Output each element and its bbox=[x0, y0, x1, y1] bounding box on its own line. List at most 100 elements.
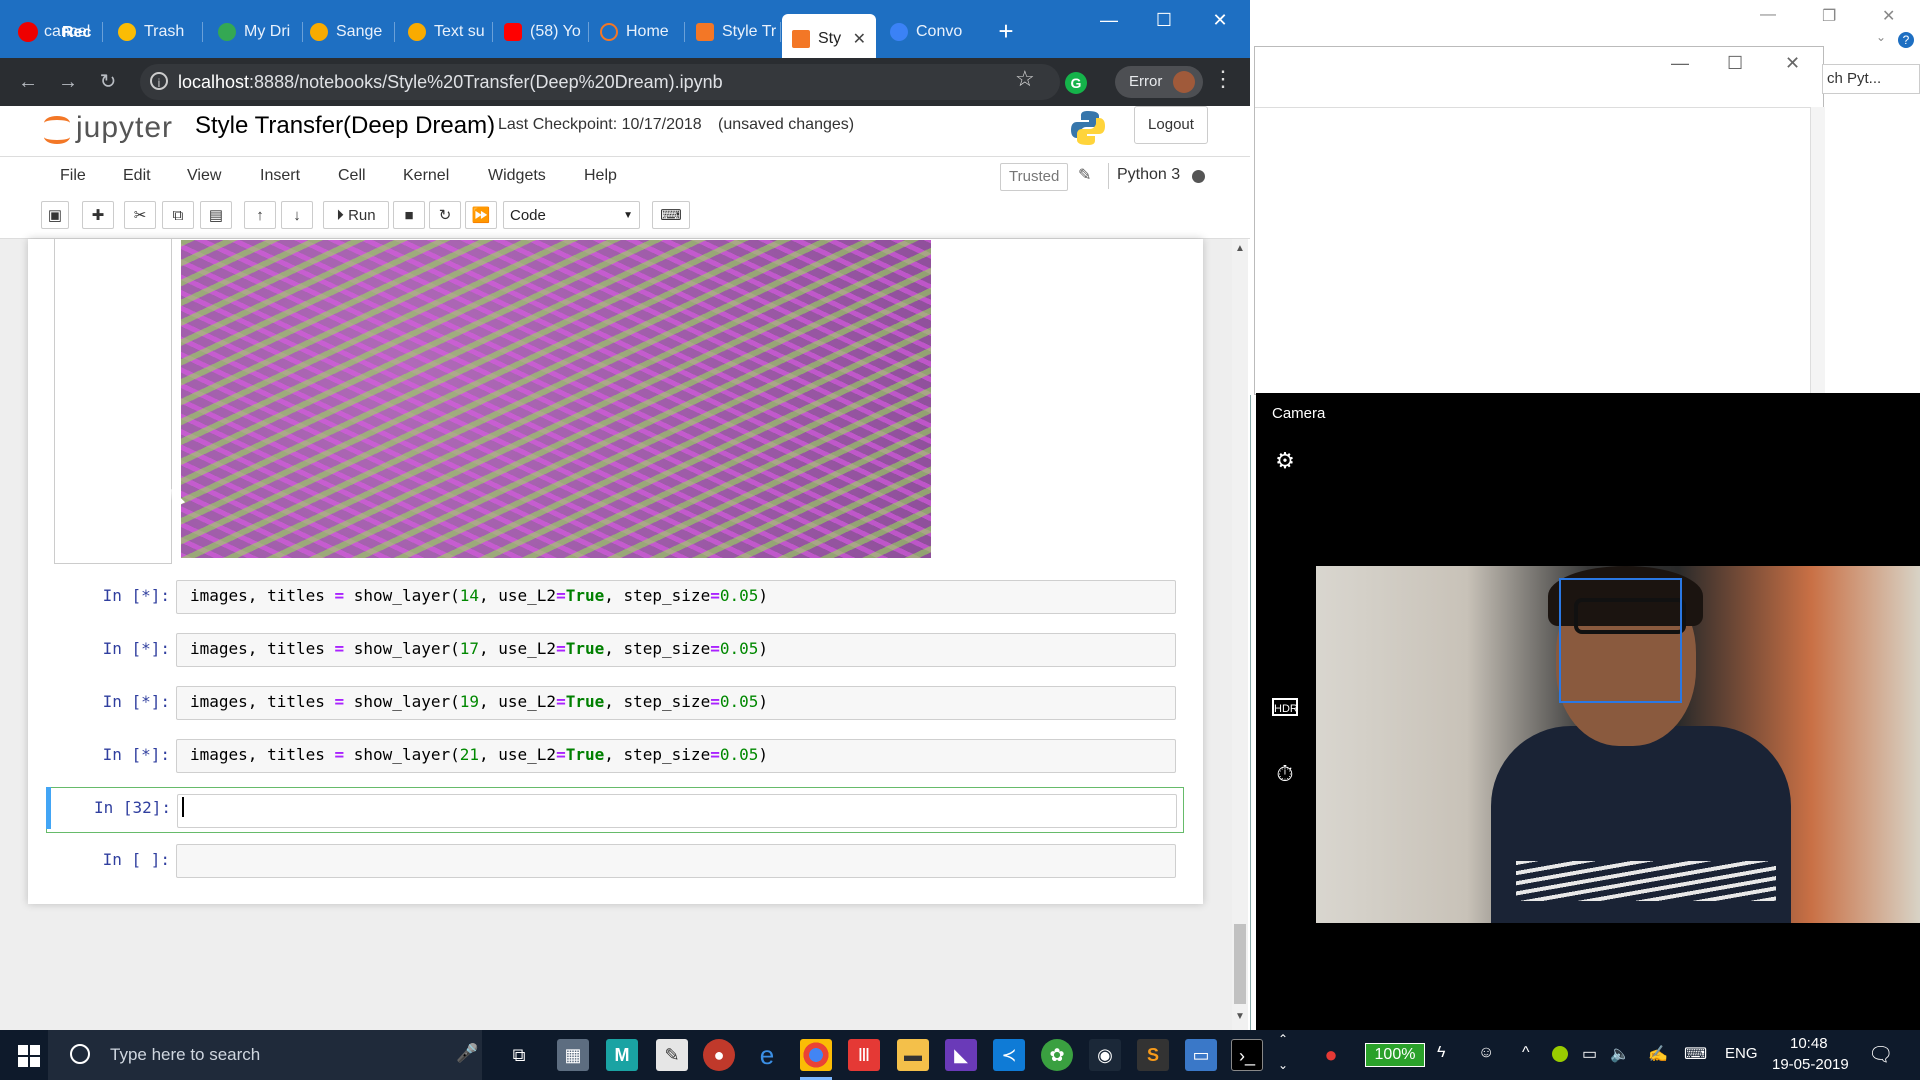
app-icon[interactable]: ✿ bbox=[1041, 1039, 1073, 1071]
timer-icon[interactable]: ⏱ bbox=[1272, 761, 1298, 787]
minimize-icon[interactable]: — bbox=[1760, 6, 1776, 24]
bookmark-star-icon[interactable]: ☆ bbox=[1015, 66, 1035, 92]
maximize-button[interactable]: ☐ bbox=[1140, 4, 1188, 36]
clock-date[interactable]: 19-05-2019 bbox=[1772, 1056, 1849, 1073]
active-code-cell[interactable]: In [32]: bbox=[46, 787, 1184, 833]
gear-icon[interactable]: ⚙ bbox=[1272, 448, 1298, 474]
app-icon[interactable]: ▦ bbox=[557, 1039, 589, 1071]
restore-icon[interactable]: ❐ bbox=[1822, 6, 1836, 26]
close-icon[interactable]: ✕ bbox=[853, 29, 866, 49]
code-cell[interactable]: In [ ]: bbox=[42, 840, 1184, 882]
explorer-scrollbar[interactable] bbox=[1810, 107, 1825, 397]
app-icon[interactable]: ● bbox=[703, 1039, 735, 1071]
save-button[interactable]: ▣ bbox=[41, 201, 69, 229]
menu-insert[interactable]: Insert bbox=[260, 167, 300, 185]
logout-button[interactable]: Logout bbox=[1134, 106, 1208, 144]
menu-help[interactable]: Help bbox=[584, 167, 617, 185]
code-cell[interactable]: In [*]: images, titles = show_layer(17, … bbox=[42, 629, 1184, 671]
move-up-button[interactable]: ↑ bbox=[244, 201, 276, 229]
app-icon[interactable]: ▭ bbox=[1185, 1039, 1217, 1071]
matlab-icon[interactable]: M bbox=[606, 1039, 638, 1071]
microphone-icon[interactable]: 🎤 bbox=[456, 1043, 478, 1064]
menu-kernel[interactable]: Kernel bbox=[403, 167, 449, 185]
code-cell[interactable]: In [*]: images, titles = show_layer(19, … bbox=[42, 682, 1184, 724]
notification-icon[interactable]: 🗨 bbox=[1868, 1042, 1893, 1067]
minimize-icon[interactable]: — bbox=[1671, 53, 1689, 74]
move-down-button[interactable]: ↓ bbox=[281, 201, 313, 229]
folder-icon[interactable]: ▬ bbox=[897, 1039, 929, 1071]
new-tab-button[interactable]: + bbox=[990, 16, 1022, 48]
tab-style-transfer[interactable]: Style Tr bbox=[686, 16, 781, 48]
forward-button[interactable]: → bbox=[52, 66, 84, 98]
grammarly-icon[interactable]: G bbox=[1065, 72, 1087, 94]
cell-input[interactable] bbox=[176, 844, 1176, 878]
tab-style-active[interactable]: Sty ✕ bbox=[782, 14, 876, 64]
address-bar[interactable]: i localhost:8888/notebooks/Style%20Trans… bbox=[140, 64, 1060, 100]
visual-studio-icon[interactable]: ◣ bbox=[945, 1039, 977, 1071]
reload-button[interactable]: ↻ bbox=[92, 66, 124, 98]
tab-sange[interactable]: Sange bbox=[300, 16, 395, 48]
more-menu-icon[interactable]: ⋮ bbox=[1212, 66, 1234, 92]
search-input[interactable]: ch Pyt... bbox=[1822, 64, 1920, 94]
pen-icon[interactable]: ✍ bbox=[1648, 1044, 1668, 1064]
task-view-icon[interactable]: ⧉ bbox=[503, 1039, 535, 1071]
battery-icon[interactable]: ▭ bbox=[1582, 1044, 1597, 1064]
paint-icon[interactable]: ✎ bbox=[656, 1039, 688, 1071]
maximize-icon[interactable]: ☐ bbox=[1727, 53, 1743, 74]
sublime-icon[interactable]: S bbox=[1137, 1039, 1169, 1071]
tray-app-icon[interactable] bbox=[1552, 1046, 1568, 1062]
tab-trash[interactable]: Trash bbox=[108, 16, 203, 48]
steam-icon[interactable]: ◉ bbox=[1089, 1039, 1121, 1071]
close-icon[interactable]: ✕ bbox=[1882, 6, 1895, 26]
page-scrollbar[interactable]: ▲ ▼ bbox=[1232, 239, 1248, 1030]
people-icon[interactable]: ☺ bbox=[1478, 1044, 1494, 1062]
app-icon[interactable]: Ⅲ bbox=[848, 1039, 880, 1071]
chevron-up-icon[interactable]: ^ bbox=[1522, 1044, 1530, 1062]
tab-youtube[interactable]: (58) Yo bbox=[494, 16, 589, 48]
minimize-button[interactable]: — bbox=[1085, 4, 1133, 36]
app-icon[interactable]: ● bbox=[1315, 1039, 1347, 1071]
interrupt-button[interactable]: ■ bbox=[393, 201, 425, 229]
edge-icon[interactable]: e bbox=[751, 1039, 783, 1071]
taskbar-search[interactable]: Type here to search 🎤 bbox=[48, 1030, 482, 1080]
menu-edit[interactable]: Edit bbox=[123, 167, 151, 185]
battery-percentage[interactable]: 100% bbox=[1365, 1043, 1425, 1067]
code-cell[interactable]: In [*]: images, titles = show_layer(21, … bbox=[42, 735, 1184, 777]
chevron-down-icon[interactable]: ⌄ bbox=[1876, 30, 1886, 44]
cell-type-select[interactable]: Code ▼ bbox=[503, 201, 640, 229]
tab-my-drive[interactable]: My Dri bbox=[208, 16, 303, 48]
menu-widgets[interactable]: Widgets bbox=[488, 167, 546, 185]
keyboard-shortcuts-button[interactable]: ⌨ bbox=[652, 201, 690, 229]
keyboard-icon[interactable]: ⌨ bbox=[1684, 1044, 1707, 1064]
scrollbar-thumb[interactable] bbox=[1234, 924, 1246, 1004]
menu-file[interactable]: File bbox=[60, 167, 86, 185]
terminal-icon[interactable]: ›_ bbox=[1231, 1039, 1263, 1071]
chevron-down-icon[interactable]: ⌄ bbox=[1278, 1058, 1288, 1072]
url-text[interactable]: localhost:8888/notebooks/Style%20Transfe… bbox=[178, 72, 723, 93]
notebook-title[interactable]: Style Transfer(Deep Dream) bbox=[195, 112, 495, 140]
menu-view[interactable]: View bbox=[187, 167, 221, 185]
tab-home[interactable]: Home bbox=[590, 16, 685, 48]
code-cell[interactable]: In [*]: images, titles = show_layer(14, … bbox=[42, 576, 1184, 618]
profile-error-chip[interactable]: Error bbox=[1115, 66, 1203, 98]
tab-text-su[interactable]: Text su bbox=[398, 16, 493, 48]
scroll-down-icon[interactable]: ▼ bbox=[1235, 1011, 1245, 1022]
menu-cell[interactable]: Cell bbox=[338, 167, 366, 185]
paste-button[interactable]: ▤ bbox=[200, 201, 232, 229]
cell-input[interactable] bbox=[177, 794, 1177, 828]
close-window-button[interactable]: ✕ bbox=[1196, 4, 1244, 36]
windows-start-icon[interactable] bbox=[18, 1045, 40, 1067]
info-icon[interactable]: i bbox=[150, 72, 168, 90]
close-icon[interactable]: ✕ bbox=[1785, 53, 1800, 74]
run-button[interactable]: ⏵ Run bbox=[323, 201, 389, 229]
volume-icon[interactable]: 🔈 bbox=[1610, 1044, 1630, 1064]
help-icon[interactable]: ? bbox=[1898, 32, 1914, 48]
chrome-icon[interactable] bbox=[800, 1039, 832, 1080]
hdr-icon[interactable]: HDR bbox=[1272, 698, 1298, 716]
tab-convo[interactable]: Convo bbox=[880, 16, 975, 48]
trusted-indicator[interactable]: Trusted bbox=[1000, 163, 1069, 191]
restart-button[interactable]: ↻ bbox=[429, 201, 461, 229]
chevron-up-icon[interactable]: ⌃ bbox=[1278, 1032, 1288, 1046]
input-language[interactable]: ENG bbox=[1725, 1045, 1758, 1062]
kernel-name[interactable]: Python 3 bbox=[1117, 166, 1180, 184]
